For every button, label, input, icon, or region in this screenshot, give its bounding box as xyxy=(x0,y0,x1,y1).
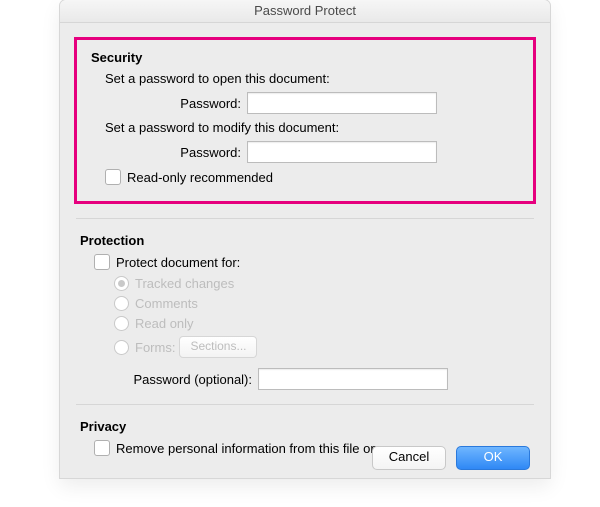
radio-forms-row: Forms: Sections... xyxy=(114,336,530,358)
ok-button[interactable]: OK xyxy=(456,446,530,470)
separator-1 xyxy=(76,218,534,219)
dialog-footer: Cancel OK xyxy=(372,446,530,470)
window-title: Password Protect xyxy=(254,3,356,18)
radio-readonly-row: Read only xyxy=(114,316,530,331)
open-password-input[interactable] xyxy=(247,92,437,114)
protection-password-label: Password (optional): xyxy=(94,372,258,387)
protection-heading: Protection xyxy=(80,233,530,248)
readonly-recommended-checkbox[interactable] xyxy=(105,169,121,185)
modify-password-input[interactable] xyxy=(247,141,437,163)
security-section-highlight: Security Set a password to open this doc… xyxy=(74,37,536,204)
radio-readonly-label: Read only xyxy=(135,316,194,331)
radio-comments-row: Comments xyxy=(114,296,530,311)
radio-comments-label: Comments xyxy=(135,296,198,311)
protect-radio-group: Tracked changes Comments Read only Forms… xyxy=(80,276,530,358)
sections-button: Sections... xyxy=(179,336,257,358)
password-protect-dialog: Password Protect Security Set a password… xyxy=(60,0,550,478)
dialog-content: Security Set a password to open this doc… xyxy=(60,23,550,476)
open-password-description: Set a password to open this document: xyxy=(91,71,519,86)
readonly-recommended-label: Read-only recommended xyxy=(127,170,273,185)
protection-password-input[interactable] xyxy=(258,368,448,390)
radio-read-only xyxy=(114,316,129,331)
window-titlebar: Password Protect xyxy=(60,0,550,23)
password-label-2: Password: xyxy=(91,145,247,160)
open-password-label: Set a password to open this document: xyxy=(105,71,330,86)
radio-forms-label: Forms: xyxy=(135,340,175,355)
radio-forms xyxy=(114,340,129,355)
modify-password-label: Set a password to modify this document: xyxy=(105,120,339,135)
security-heading: Security xyxy=(91,50,519,65)
radio-tracked-row: Tracked changes xyxy=(114,276,530,291)
readonly-recommended-row[interactable]: Read-only recommended xyxy=(91,169,519,185)
modify-password-row: Password: xyxy=(91,141,519,163)
protect-document-checkbox[interactable] xyxy=(94,254,110,270)
protect-document-row[interactable]: Protect document for: xyxy=(80,254,530,270)
remove-personal-info-checkbox[interactable] xyxy=(94,440,110,456)
open-password-row: Password: xyxy=(91,92,519,114)
protection-password-row: Password (optional): xyxy=(80,368,530,390)
modify-password-description: Set a password to modify this document: xyxy=(91,120,519,135)
protect-document-label: Protect document for: xyxy=(116,255,240,270)
radio-tracked-changes xyxy=(114,276,129,291)
radio-comments xyxy=(114,296,129,311)
password-label: Password: xyxy=(91,96,247,111)
cancel-button[interactable]: Cancel xyxy=(372,446,446,470)
radio-tracked-label: Tracked changes xyxy=(135,276,234,291)
remove-personal-info-label: Remove personal information from this fi… xyxy=(116,441,409,456)
privacy-heading: Privacy xyxy=(80,419,530,434)
separator-2 xyxy=(76,404,534,405)
